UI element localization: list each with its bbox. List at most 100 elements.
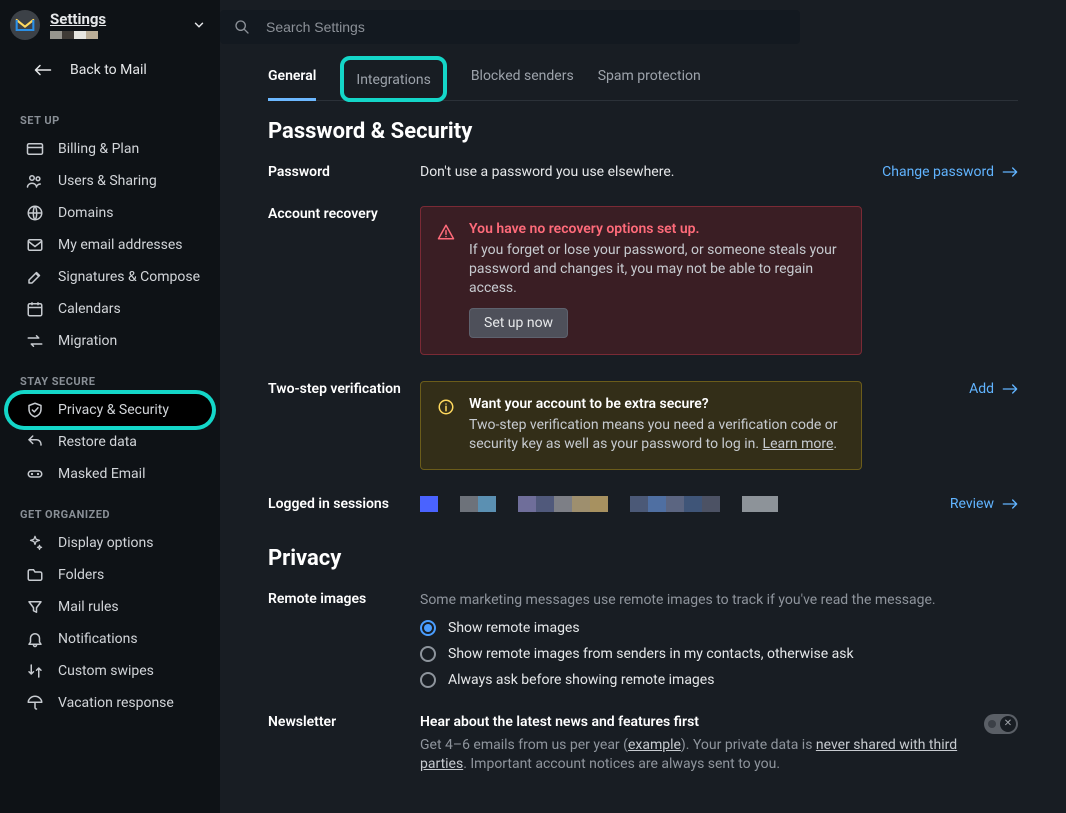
two-step-alert-title: Want your account to be extra secure? xyxy=(469,396,845,412)
color-swatch xyxy=(86,31,98,39)
session-indicator-group xyxy=(742,496,778,512)
session-indicator-block xyxy=(702,496,720,512)
session-indicator-group xyxy=(630,496,720,512)
calendar-icon xyxy=(26,300,44,318)
add-two-step-link[interactable]: Add xyxy=(969,381,1018,397)
warning-triangle-icon xyxy=(437,223,455,338)
sidebar-item-billing[interactable]: Billing & Plan xyxy=(0,133,220,165)
review-label: Review xyxy=(950,496,994,512)
arrow-left-icon xyxy=(34,64,52,76)
mask-icon xyxy=(26,465,44,483)
top-bar xyxy=(220,0,1066,52)
recovery-alert-title: You have no recovery options set up. xyxy=(469,221,845,237)
remote-images-option-0[interactable]: Show remote images xyxy=(420,620,1018,636)
row-newsletter: Newsletter Hear about the latest news an… xyxy=(268,714,1018,774)
color-swatch xyxy=(62,31,74,39)
users-icon xyxy=(26,172,44,190)
chevron-down-icon[interactable] xyxy=(192,18,206,32)
session-indicator-block xyxy=(630,496,648,512)
remote-images-option-1[interactable]: Show remote images from senders in my co… xyxy=(420,646,1018,662)
example-link[interactable]: example xyxy=(628,737,681,753)
recovery-alert-body: If you forget or lose your password, or … xyxy=(469,241,845,298)
search-icon xyxy=(234,19,250,35)
two-step-label: Two-step verification xyxy=(268,381,420,397)
sidebar-item-label: Calendars xyxy=(58,301,121,317)
sidebar-item-label: Mail rules xyxy=(58,599,119,615)
session-indicator-block xyxy=(648,496,666,512)
sidebar-item-signatures[interactable]: Signatures & Compose xyxy=(0,261,220,293)
sidebar-section-setup: SET UP xyxy=(0,96,220,133)
tab-integrations[interactable]: Integrations xyxy=(340,56,446,102)
sidebar-item-label: Privacy & Security xyxy=(58,402,169,418)
edit-icon xyxy=(26,268,44,286)
session-indicator-group xyxy=(420,496,438,512)
sidebar-item-display-options[interactable]: Display options xyxy=(0,527,220,559)
change-password-link[interactable]: Change password xyxy=(882,164,1018,180)
recovery-alert: You have no recovery options set up. If … xyxy=(420,206,862,355)
sidebar-item-label: Billing & Plan xyxy=(58,141,139,157)
color-swatch xyxy=(74,31,86,39)
review-sessions-link[interactable]: Review xyxy=(950,496,1018,512)
radio-icon xyxy=(420,620,436,636)
sidebar-item-calendars[interactable]: Calendars xyxy=(0,293,220,325)
umbrella-icon xyxy=(26,694,44,712)
search-input[interactable] xyxy=(266,19,786,35)
sidebar-item-masked-email[interactable]: Masked Email xyxy=(0,458,220,490)
remote-images-desc: Some marketing messages use remote image… xyxy=(420,591,1018,610)
remote-images-label: Remote images xyxy=(268,591,420,607)
shield-icon xyxy=(26,401,44,419)
sidebar-item-users[interactable]: Users & Sharing xyxy=(0,165,220,197)
app-sub-swatches xyxy=(50,31,182,39)
folder-icon xyxy=(26,566,44,584)
sidebar-item-notifications[interactable]: Notifications xyxy=(0,623,220,655)
sidebar-item-privacy-security[interactable]: Privacy & Security xyxy=(8,394,212,426)
set-up-now-button[interactable]: Set up now xyxy=(469,308,568,338)
row-sessions: Logged in sessions Review xyxy=(268,496,1018,512)
session-indicator-block xyxy=(590,496,608,512)
add-label: Add xyxy=(969,381,994,397)
session-indicator-block xyxy=(684,496,702,512)
sidebar-item-mail-rules[interactable]: Mail rules xyxy=(0,591,220,623)
sidebar-item-label: Notifications xyxy=(58,631,138,647)
newsletter-title: Hear about the latest news and features … xyxy=(420,714,960,730)
tab-blocked-senders[interactable]: Blocked senders xyxy=(471,52,574,101)
sidebar-item-restore-data[interactable]: Restore data xyxy=(0,426,220,458)
newsletter-label: Newsletter xyxy=(268,714,420,730)
recovery-label: Account recovery xyxy=(268,206,420,222)
sidebar-item-custom-swipes[interactable]: Custom swipes xyxy=(0,655,220,687)
swipe-icon xyxy=(26,662,44,680)
session-indicator-block xyxy=(518,496,536,512)
sidebar-item-label: My email addresses xyxy=(58,237,182,253)
funnel-icon xyxy=(26,598,44,616)
back-to-mail-link[interactable]: Back to Mail xyxy=(0,50,220,96)
arrow-right-icon xyxy=(1002,498,1018,510)
two-step-alert: Want your account to be extra secure? Tw… xyxy=(420,381,862,471)
sidebar-item-folders[interactable]: Folders xyxy=(0,559,220,591)
sidebar-item-label: Users & Sharing xyxy=(58,173,157,189)
bell-icon xyxy=(26,630,44,648)
newsletter-toggle[interactable]: ✕ xyxy=(984,714,1018,734)
sidebar-item-email-addresses[interactable]: My email addresses xyxy=(0,229,220,261)
sidebar-item-migration[interactable]: Migration xyxy=(0,325,220,357)
section-privacy-title: Privacy xyxy=(268,546,1018,571)
row-account-recovery: Account recovery You have no recovery op… xyxy=(268,206,1018,355)
tabs: General Integrations Blocked senders Spam p… xyxy=(268,52,1018,101)
globe-icon xyxy=(26,204,44,222)
main: General Integrations Blocked senders Spam p… xyxy=(220,0,1066,813)
app-title: Settings xyxy=(50,12,182,27)
learn-more-link[interactable]: Learn more xyxy=(763,436,834,452)
option-label: Show remote images xyxy=(448,620,580,636)
session-indicator-group xyxy=(518,496,608,512)
tab-general[interactable]: General xyxy=(268,52,316,101)
sidebar-item-label: Custom swipes xyxy=(58,663,154,679)
sidebar-item-vacation-response[interactable]: Vacation response xyxy=(0,687,220,719)
newsletter-desc: Get 4–6 emails from us per year (example… xyxy=(420,736,960,774)
sidebar-item-domains[interactable]: Domains xyxy=(0,197,220,229)
sidebar-section-organized: GET ORGANIZED xyxy=(0,490,220,527)
session-indicator-block xyxy=(460,496,478,512)
row-password: Password Don't use a password you use el… xyxy=(268,164,1018,180)
migrate-icon xyxy=(26,332,44,350)
remote-images-option-2[interactable]: Always ask before showing remote images xyxy=(420,672,1018,688)
tab-spam-protection[interactable]: Spam protection xyxy=(598,52,701,101)
sidebar-item-label: Vacation response xyxy=(58,695,174,711)
